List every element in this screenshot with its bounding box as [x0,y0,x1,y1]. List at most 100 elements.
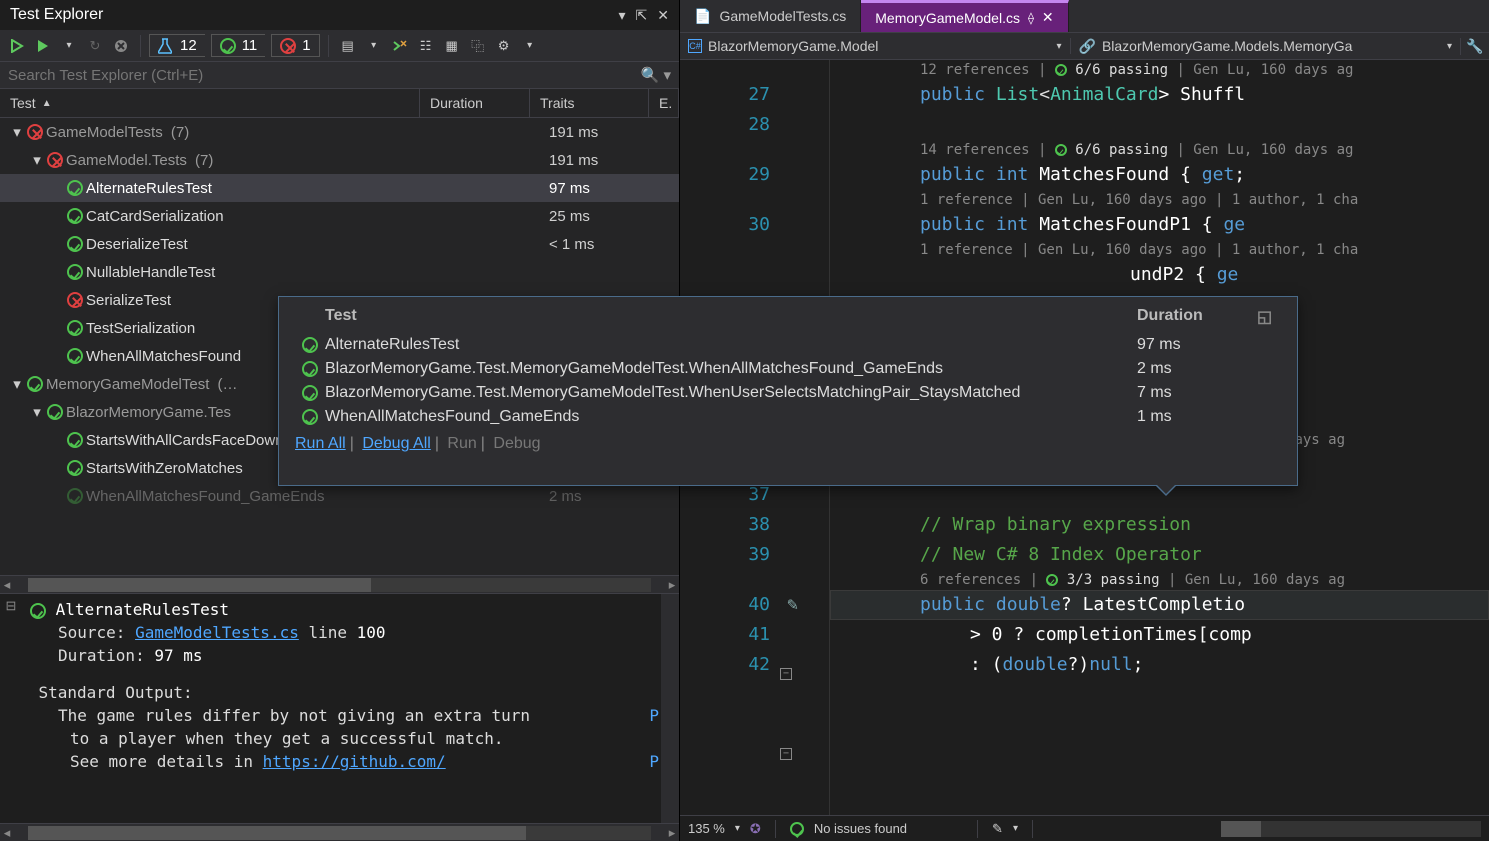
fail-icon [47,152,63,168]
debug-all-link[interactable]: Debug All [362,435,431,452]
dropdown-icon[interactable]: ▾ [619,7,626,24]
popup-test-name: WhenAllMatchesFound_GameEnds [325,408,1137,426]
run-all-button[interactable] [6,35,28,57]
wrench-icon[interactable]: 🔧 [1461,38,1489,55]
repeat-button[interactable]: ↻ [84,35,106,57]
pass-tests-pill[interactable]: 11 [211,34,266,57]
pass-icon [67,264,83,280]
popup-test-duration: 1 ms [1137,408,1281,426]
breadcrumb-namespace[interactable]: C#BlazorMemoryGame.Model▾ [680,38,1071,54]
expand-icon[interactable]: ▾ [10,375,24,393]
zoom-level[interactable]: 135 % [688,821,725,836]
brush-icon[interactable]: ✎ [992,821,1003,837]
column-headers: Test▲ Duration Traits E. [0,88,679,118]
pass-icon [67,348,83,364]
settings-dropdown[interactable]: ▾ [519,35,541,57]
search-input[interactable] [8,67,641,84]
col-traits[interactable]: Traits [530,89,649,117]
source-file-link[interactable]: GameModelTests.cs [135,623,299,642]
expand-button[interactable]: ⿻ [467,35,489,57]
col-duration[interactable]: Duration [420,89,530,117]
test-duration: < 1 ms [549,236,669,253]
popup-test-row[interactable]: BlazorMemoryGame.Test.MemoryGameModelTes… [279,381,1297,405]
test-count-pills: 12 11 1 [149,34,320,57]
total-tests-pill[interactable]: 12 [149,34,205,57]
test-name: AlternateRulesTest [86,180,549,197]
collapse-icon[interactable]: ⊟ [6,598,17,613]
pin-icon[interactable]: ⟠ [1028,11,1034,25]
fold-icon[interactable]: − [780,748,792,760]
fail-icon [280,38,296,54]
pin-icon[interactable]: ⇱ [636,7,648,24]
popup-test-row[interactable]: WhenAllMatchesFound_GameEnds1 ms [279,405,1297,429]
test-name: CatCardSerialization [86,208,549,225]
stdout-link[interactable]: https://github.com/ [263,752,446,771]
run-failed-button[interactable] [389,35,411,57]
test-name: NullableHandleTest [86,264,549,281]
test-duration: 191 ms [549,152,669,169]
test-group-row[interactable]: ▾ GameModel.Tests (7)191 ms [0,146,679,174]
fold-icon[interactable]: − [780,668,792,680]
popup-test-duration: 97 ms [1137,336,1281,354]
playlist-dropdown[interactable]: ▾ [363,35,385,57]
test-row[interactable]: NullableHandleTest [0,258,679,286]
popup-test-name: BlazorMemoryGame.Test.MemoryGameModelTes… [325,360,1137,378]
search-icon[interactable]: 🔍 ▾ [641,66,671,84]
popout-icon[interactable]: ◱ [1257,307,1281,327]
run-all-link[interactable]: Run All [295,435,346,452]
playlist-button[interactable]: ▤ [337,35,359,57]
fail-tests-pill[interactable]: 1 [271,34,319,57]
codelens[interactable]: 14 references | 6/6 passing | Gen Lu, 16… [920,140,1489,160]
run-dropdown[interactable]: ▾ [58,35,80,57]
codelens[interactable]: 1 reference | Gen Lu, 160 days ago | 1 a… [920,240,1489,260]
class-icon: 🔗 [1079,38,1096,55]
editor-tabs: 📄 GameModelTests.cs MemoryGameModel.cs ⟠… [680,0,1489,32]
tree-h-scrollbar[interactable]: ◂ ▸ [0,575,679,593]
stdout-header: Standard Output: [39,683,193,702]
codelens[interactable]: 6 references | 3/3 passing | Gen Lu, 160… [920,570,1489,590]
expand-icon[interactable]: ▾ [30,403,44,421]
test-group-row[interactable]: ▾GameModelTests (7)191 ms [0,118,679,146]
test-name: GameModel.Tests (7) [66,152,549,169]
columns-button[interactable]: ▦ [441,35,463,57]
editor-status-bar: 135 % ▾ ✪ No issues found ✎ ▾ [680,815,1489,841]
expand-icon[interactable]: ▾ [10,123,24,141]
codelens[interactable]: 1 reference | Gen Lu, 160 days ago | 1 a… [920,190,1489,210]
stop-button[interactable] [110,35,132,57]
tab-memorygamemodel[interactable]: MemoryGameModel.cs ⟠ ✕ [861,0,1068,32]
popup-test-name: AlternateRulesTest [325,336,1137,354]
popup-test-row[interactable]: BlazorMemoryGame.Test.MemoryGameModelTes… [279,357,1297,381]
test-row[interactable]: WhenAllMatchesFound_GameEnds2 ms [0,482,679,510]
search-bar: 🔍 ▾ [0,62,679,88]
breadcrumb-class[interactable]: 🔗BlazorMemoryGame.Models.MemoryGa▾ [1071,38,1462,55]
test-row[interactable]: CatCardSerialization25 ms [0,202,679,230]
detail-v-scrollbar[interactable] [661,594,679,823]
group-button[interactable]: ☷ [415,35,437,57]
pass-icon [67,488,83,504]
test-row[interactable]: DeserializeTest< 1 ms [0,230,679,258]
pass-icon [790,822,804,836]
close-tab-icon[interactable]: ✕ [1042,9,1054,26]
pass-icon [67,460,83,476]
expand-icon[interactable]: ▾ [30,151,44,169]
col-e[interactable]: E. [649,89,679,117]
issues-text[interactable]: No issues found [814,821,907,836]
pass-icon [67,180,83,196]
breadcrumb-bar: C#BlazorMemoryGame.Model▾ 🔗BlazorMemoryG… [680,32,1489,60]
detail-h-scrollbar[interactable]: ◂ ▸ [0,823,679,841]
pass-icon [67,208,83,224]
fail-icon [27,124,43,140]
close-icon[interactable]: ✕ [657,7,669,24]
brush-icon[interactable]: ✎ [787,594,798,615]
intellicode-icon[interactable]: ✪ [750,821,761,837]
popup-test-name: BlazorMemoryGame.Test.MemoryGameModelTes… [325,384,1137,402]
tab-gamemodeltests[interactable]: 📄 GameModelTests.cs [680,0,861,32]
zoom-dropdown[interactable]: ▾ [735,823,740,834]
settings-button[interactable]: ⚙ [493,35,515,57]
test-row[interactable]: AlternateRulesTest97 ms [0,174,679,202]
popup-test-row[interactable]: AlternateRulesTest97 ms [279,333,1297,357]
codelens[interactable]: 12 references | 6/6 passing | Gen Lu, 16… [920,60,1489,80]
col-test[interactable]: Test▲ [0,89,420,117]
editor-h-scrollbar[interactable] [1221,821,1481,837]
run-button[interactable] [32,35,54,57]
